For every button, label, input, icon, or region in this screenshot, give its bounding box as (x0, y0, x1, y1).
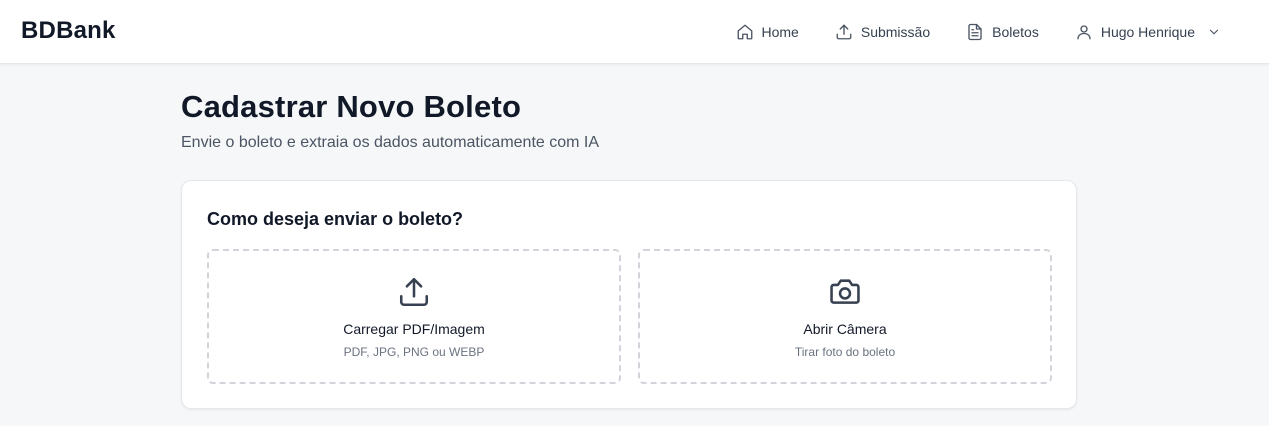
nav-boletos[interactable]: Boletos (966, 23, 1039, 41)
user-name: Hugo Henrique (1100, 24, 1195, 40)
user-menu[interactable]: Hugo Henrique (1075, 23, 1221, 41)
upload-file-option[interactable]: Carregar PDF/Imagem PDF, JPG, PNG ou WEB… (207, 249, 621, 384)
nav-submissao[interactable]: Submissão (835, 23, 930, 41)
upload-method-card: Como deseja enviar o boleto? Carregar PD… (181, 180, 1077, 409)
user-icon (1077, 25, 1091, 40)
open-camera-option[interactable]: Abrir Câmera Tirar foto do boleto (638, 249, 1052, 384)
main-content: Cadastrar Novo Boleto Envie o boleto e e… (181, 88, 1077, 409)
page-title: Cadastrar Novo Boleto (181, 89, 522, 124)
chevron-down-icon (1209, 29, 1219, 35)
nav-home-label: Home (761, 24, 799, 40)
card-title: Como deseja enviar o boleto? (207, 209, 464, 229)
open-camera-hint: Tirar foto do boleto (794, 345, 896, 359)
main-nav: Home Submissão Boletos Hugo Henrique (736, 0, 1222, 64)
upload-file-label: Carregar PDF/Imagem (343, 321, 485, 337)
nav-home[interactable]: Home (736, 23, 799, 41)
document-icon (968, 23, 982, 41)
open-camera-label: Abrir Câmera (803, 321, 887, 337)
upload-file-hint: PDF, JPG, PNG ou WEBP (343, 345, 485, 359)
nav-boletos-label: Boletos (992, 24, 1039, 40)
camera-icon (828, 275, 862, 309)
home-icon (737, 24, 752, 40)
top-navigation-bar: BDBank Home Submissão Boletos Hugo Henri… (0, 0, 1269, 64)
upload-icon (397, 275, 431, 309)
page-subtitle: Envie o boleto e extraia os dados automa… (181, 134, 600, 151)
brand-logo[interactable]: BDBank (21, 17, 116, 45)
upload-icon (836, 24, 852, 40)
nav-submissao-label: Submissão (860, 24, 931, 40)
